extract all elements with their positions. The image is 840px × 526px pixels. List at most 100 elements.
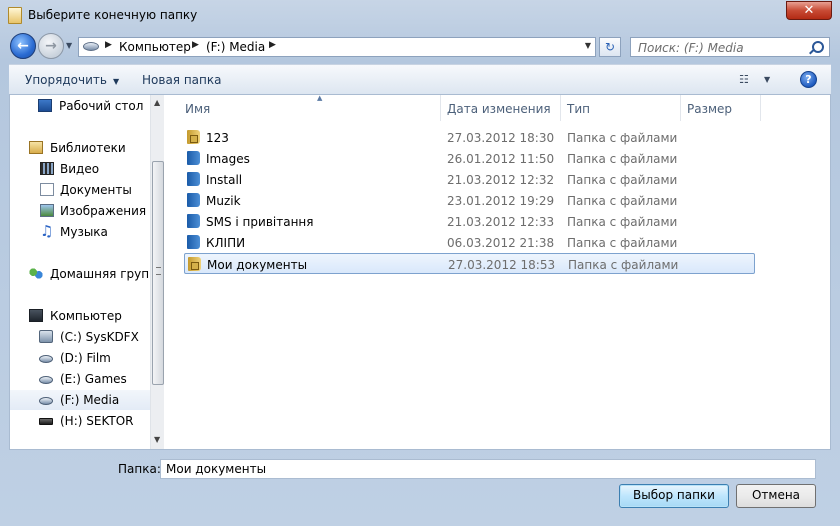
- organize-menu-button[interactable]: Упорядочить ▼: [25, 73, 119, 87]
- column-header-label: Дата изменения: [447, 102, 551, 116]
- libraries-icon: [29, 141, 43, 154]
- sidebar-item-documents[interactable]: Документы: [10, 180, 150, 200]
- column-header-label: Размер: [687, 102, 733, 116]
- computer-icon: [29, 309, 43, 322]
- address-bar[interactable]: ▶ Компьютер ▶ (F:) Media ▶ ▼: [78, 37, 596, 57]
- sidebar-item-label: (C:) SysKDFX: [60, 330, 139, 344]
- sidebar-item-label: (H:) SEKTOR: [60, 414, 134, 428]
- new-folder-button[interactable]: Новая папка: [142, 73, 221, 87]
- file-date: 21.03.2012 12:32: [447, 173, 555, 187]
- breadcrumb-media[interactable]: (F:) Media: [206, 40, 265, 54]
- table-row[interactable]: КЛІПИ 06.03.2012 21:38 Папка с файлами: [184, 232, 755, 253]
- refresh-icon: ↻: [604, 40, 616, 54]
- file-name: КЛІПИ: [206, 236, 246, 250]
- search-icon[interactable]: [812, 41, 824, 53]
- sidebar-item-video[interactable]: Видео: [10, 159, 150, 179]
- sidebar-item-label: Видео: [60, 162, 100, 176]
- folder-icon: [187, 151, 200, 165]
- file-date: 06.03.2012 21:38: [447, 236, 555, 250]
- folder-name-field[interactable]: [160, 459, 816, 479]
- sidebar-item-music[interactable]: Музыка: [10, 222, 150, 242]
- sidebar-item-label: (D:) Film: [60, 351, 111, 365]
- cancel-button[interactable]: Отмена: [736, 484, 816, 508]
- file-type: Папка с файлами: [567, 152, 678, 166]
- table-row[interactable]: Muzik 23.01.2012 19:29 Папка с файлами: [184, 190, 755, 211]
- file-type: Папка с файлами: [567, 215, 678, 229]
- address-dropdown-icon[interactable]: ▼: [585, 41, 591, 50]
- views-icon[interactable]: ☷: [739, 73, 750, 86]
- refresh-button[interactable]: ↻: [599, 37, 621, 57]
- recent-pages-dropdown-icon[interactable]: ▼: [66, 41, 72, 50]
- close-button[interactable]: ✕: [786, 1, 832, 20]
- search-placeholder: Поиск: (F:) Media: [638, 41, 744, 55]
- sidebar-item-drive-h[interactable]: (H:) SEKTOR: [10, 411, 150, 431]
- navigation-scrollbar[interactable]: ▲ ▼: [150, 95, 164, 449]
- folder-label: Папка:: [118, 462, 161, 476]
- file-name: Images: [206, 152, 250, 166]
- file-name: Install: [206, 173, 243, 187]
- column-header-type[interactable]: Тип: [561, 95, 681, 121]
- drive-icon: [39, 376, 53, 384]
- sidebar-item-drive-d[interactable]: (D:) Film: [10, 348, 150, 368]
- folder-dialog-icon: [8, 7, 22, 24]
- column-header-date[interactable]: Дата изменения: [441, 95, 561, 121]
- search-input[interactable]: Поиск: (F:) Media: [630, 37, 830, 57]
- documents-icon: [40, 183, 54, 196]
- sidebar-item-images[interactable]: Изображения: [10, 201, 150, 221]
- sidebar-item-desktop[interactable]: Рабочий стол: [10, 96, 150, 116]
- sidebar-item-label: Библиотеки: [50, 141, 126, 155]
- table-row-selected[interactable]: Мои документы 27.03.2012 18:53 Папка с ф…: [184, 253, 755, 274]
- table-row[interactable]: 123 27.03.2012 18:30 Папка с файлами: [184, 127, 755, 148]
- table-row[interactable]: Images 26.01.2012 11:50 Папка с файлами: [184, 148, 755, 169]
- column-header-label: Имя: [185, 102, 211, 116]
- breadcrumb-chevron-icon[interactable]: ▶: [105, 40, 112, 50]
- images-icon: [40, 204, 54, 217]
- scroll-down-icon[interactable]: ▼: [154, 435, 160, 444]
- folder-icon: [187, 235, 200, 249]
- folder-icon: [187, 193, 200, 207]
- sidebar-item-homegroup[interactable]: Домашняя группа: [10, 264, 164, 284]
- file-date: 23.01.2012 19:29: [447, 194, 555, 208]
- sidebar-item-label: Домашняя группа: [50, 267, 164, 281]
- forward-arrow-icon: →: [45, 38, 57, 54]
- file-name: SMS і привітання: [206, 215, 314, 229]
- column-header-size[interactable]: Размер: [681, 95, 761, 121]
- sidebar-item-drive-e[interactable]: (E:) Games: [10, 369, 150, 389]
- usb-drive-icon: [39, 418, 53, 425]
- system-drive-icon: [39, 330, 53, 343]
- title-bar: Выберите конечную папку ✕: [0, 0, 840, 30]
- back-button[interactable]: ←: [10, 33, 36, 59]
- sidebar-item-label: Музыка: [60, 225, 108, 239]
- select-folder-button[interactable]: Выбор папки: [619, 484, 729, 508]
- sidebar-item-label: (E:) Games: [60, 372, 127, 386]
- scrollbar-thumb[interactable]: [152, 161, 164, 385]
- table-row[interactable]: Install 21.03.2012 12:32 Папка с файлами: [184, 169, 755, 190]
- column-header-label: Тип: [567, 102, 590, 116]
- breadcrumb-chevron-icon[interactable]: ▶: [269, 40, 276, 50]
- views-dropdown-icon[interactable]: ▼: [764, 75, 770, 84]
- locked-folder-icon: [188, 257, 201, 271]
- drive-icon: [39, 355, 53, 363]
- file-name: 123: [206, 131, 229, 145]
- breadcrumb-computer[interactable]: Компьютер: [119, 40, 191, 54]
- chevron-down-icon: ▼: [112, 77, 120, 86]
- sidebar-item-drive-c[interactable]: (C:) SysKDFX: [10, 327, 150, 347]
- navigation-pane: Рабочий стол Библиотеки Видео Документы …: [10, 95, 164, 449]
- sidebar-item-computer[interactable]: Компьютер: [10, 306, 150, 326]
- sidebar-item-drive-f[interactable]: (F:) Media: [10, 390, 150, 410]
- table-row[interactable]: SMS і привітання 21.03.2012 12:33 Папка …: [184, 211, 755, 232]
- file-date: 26.01.2012 11:50: [447, 152, 555, 166]
- column-header-name[interactable]: Имя ▲: [179, 94, 441, 121]
- forward-button[interactable]: →: [38, 33, 64, 59]
- sidebar-item-libraries[interactable]: Библиотеки: [10, 138, 150, 158]
- dialog-window: Выберите конечную папку ✕ ← → ▼ ▶ Компью…: [0, 0, 840, 526]
- folder-icon: [187, 172, 200, 186]
- help-button[interactable]: ?: [800, 71, 817, 88]
- scroll-up-icon[interactable]: ▲: [154, 98, 160, 107]
- desktop-icon: [38, 99, 52, 112]
- file-type: Папка с файлами: [567, 173, 678, 187]
- drive-icon: [83, 42, 99, 51]
- video-icon: [40, 162, 54, 175]
- breadcrumb-chevron-icon[interactable]: ▶: [192, 40, 199, 50]
- file-date: 27.03.2012 18:53: [448, 258, 556, 272]
